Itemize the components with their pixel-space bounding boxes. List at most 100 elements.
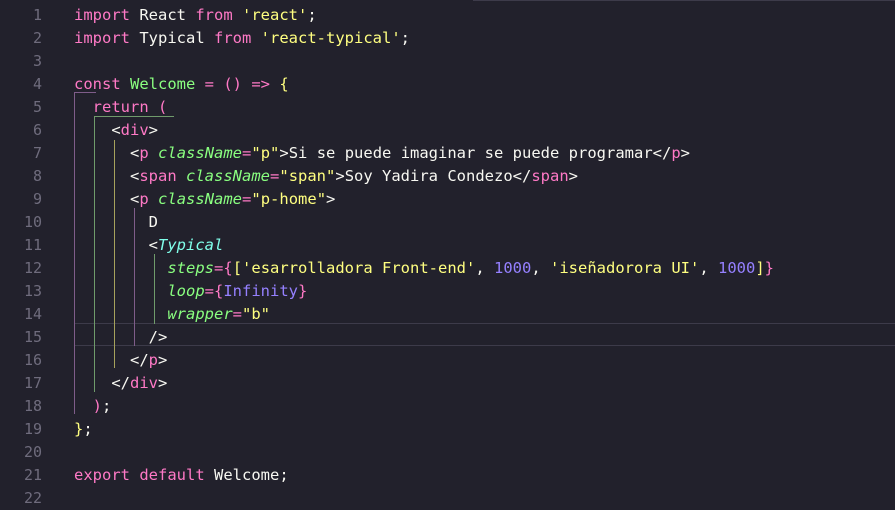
line-number[interactable]: 13 [0, 280, 42, 303]
code-token: => [242, 75, 280, 93]
code-line[interactable]: <p className="p-home"> [74, 188, 895, 211]
code-token: import [74, 29, 130, 47]
code-token: "p" [251, 144, 280, 162]
code-token: > [568, 167, 578, 185]
code-line[interactable]: export default Welcome; [74, 464, 895, 487]
code-token: div [130, 374, 158, 392]
line-number-gutter[interactable]: 1 2 3 4 5 6 7 8 9 10 11 12 13 14 15 16 17 18 19 20 21 22 [0, 0, 60, 507]
code-token: = [242, 190, 252, 208]
code-token: </ [130, 351, 149, 369]
line-number[interactable]: 19 [0, 418, 42, 441]
code-token: > [158, 351, 168, 369]
line-number[interactable]: 7 [0, 142, 42, 165]
code-content[interactable]: import React from 'react'; import Typical… [74, 0, 895, 491]
line-number[interactable]: 22 [0, 487, 42, 510]
code-token: from [214, 29, 252, 47]
code-token: "span" [279, 167, 336, 185]
code-line[interactable]: <span className="span">Soy Yadira Condez… [74, 165, 895, 188]
line-number[interactable]: 12 [0, 257, 42, 280]
code-token: ; [102, 397, 112, 415]
line-number[interactable]: 10 [0, 211, 42, 234]
line-number[interactable]: 8 [0, 165, 42, 188]
code-line[interactable] [74, 487, 895, 510]
code-token: } [764, 259, 774, 277]
code-line[interactable]: return ( [74, 96, 895, 119]
line-number[interactable]: 16 [0, 349, 42, 372]
line-number[interactable]: 20 [0, 441, 42, 464]
code-token: = [270, 167, 280, 185]
code-line[interactable]: <div> [74, 119, 895, 142]
code-token: className [186, 167, 271, 185]
code-token: wrapper [167, 305, 233, 323]
code-line[interactable]: loop={Infinity} [74, 280, 895, 303]
line-number[interactable]: 9 [0, 188, 42, 211]
code-token: 'react-typical' [260, 29, 401, 47]
code-line[interactable] [74, 441, 895, 464]
code-token: = [242, 144, 252, 162]
code-token: 'iseñadorora UI' [550, 259, 700, 277]
code-token: from [195, 6, 233, 24]
code-token: loop [167, 282, 205, 300]
line-number[interactable]: 3 [0, 50, 42, 73]
code-token: < [130, 190, 140, 208]
code-line[interactable]: const Welcome = () => { [74, 73, 895, 96]
code-token: 1000 [717, 259, 756, 277]
line-number[interactable]: 2 [0, 27, 42, 50]
code-line[interactable]: steps={['esarrolladora Front-end', 1000,… [74, 257, 895, 280]
code-token: </ [111, 374, 130, 392]
code-line[interactable]: import React from 'react'; [74, 4, 895, 27]
line-number[interactable]: 5 [0, 96, 42, 119]
line-number[interactable]: 4 [0, 73, 42, 96]
code-line[interactable]: </p> [74, 349, 895, 372]
line-number[interactable]: 15 [0, 326, 42, 349]
code-token: > [158, 374, 168, 392]
code-token: default [139, 466, 205, 484]
code-line[interactable]: D [74, 211, 895, 234]
code-token: ] [755, 259, 765, 277]
code-token: [ [232, 259, 243, 277]
code-line[interactable]: import Typical from 'react-typical'; [74, 27, 895, 50]
code-token: { [214, 282, 224, 300]
code-editor[interactable]: 1 2 3 4 5 6 7 8 9 10 11 12 13 14 15 16 17 18 19 20 21 22 impo… [0, 0, 895, 507]
code-line[interactable] [74, 50, 895, 73]
line-number[interactable]: 14 [0, 303, 42, 326]
code-token: span [139, 167, 177, 185]
line-number[interactable]: 6 [0, 119, 42, 142]
code-token: return [92, 98, 149, 116]
code-token: = [204, 282, 214, 300]
code-token: const [74, 75, 121, 93]
line-number[interactable]: 1 [0, 4, 42, 27]
line-number[interactable]: 18 [0, 395, 42, 418]
code-token: { [279, 75, 289, 93]
code-line[interactable]: <Typical [74, 234, 895, 257]
code-line[interactable]: }; [74, 418, 895, 441]
code-line[interactable]: /> [74, 326, 895, 349]
line-number[interactable]: 11 [0, 234, 42, 257]
code-token: , [475, 259, 494, 277]
code-token: ; [83, 420, 93, 438]
code-line[interactable]: wrapper="b" [74, 303, 895, 326]
code-line[interactable]: </div> [74, 372, 895, 395]
code-token: () [223, 75, 243, 93]
code-token: > [148, 121, 159, 139]
line-number[interactable]: 21 [0, 464, 42, 487]
code-line[interactable]: <p className="p">Si se puede imaginar se… [74, 142, 895, 165]
code-token: Typical [158, 236, 224, 254]
code-token: 1000 [494, 259, 532, 277]
code-line[interactable]: ); [74, 395, 895, 418]
code-token: ( [158, 98, 168, 116]
code-token: >Soy Yadira Condezo</ [335, 167, 532, 185]
code-token: "b" [242, 305, 270, 323]
code-token: >Si se puede imaginar se puede programar… [279, 144, 672, 162]
line-number[interactable]: 17 [0, 372, 42, 395]
